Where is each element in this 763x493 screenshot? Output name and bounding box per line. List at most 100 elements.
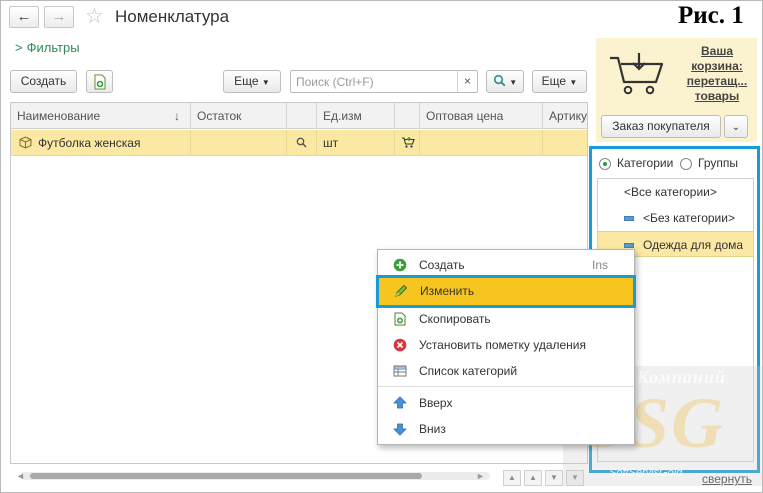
scroll-bottom-button[interactable]: ▼ bbox=[566, 470, 584, 486]
scroll-bottom-icon: ▼ bbox=[571, 473, 579, 482]
column-header-stock[interactable]: Остаток bbox=[191, 103, 287, 129]
menu-item-label: Изменить bbox=[420, 284, 475, 298]
menu-item-label: Вверх bbox=[419, 396, 453, 410]
table-row[interactable]: Футболка женская шт bbox=[11, 130, 587, 156]
menu-item-label: Список категорий bbox=[419, 364, 518, 378]
dropdown-caret-icon: ▼ bbox=[509, 78, 518, 87]
cell-unit-picker[interactable] bbox=[287, 130, 317, 156]
context-menu: Создать Ins Изменить Скопировать Установ… bbox=[376, 249, 636, 445]
page-title: Номенклатура bbox=[115, 7, 230, 26]
column-header-unit[interactable]: Ед.изм bbox=[317, 103, 395, 129]
figure-label: Рис. 1 bbox=[678, 2, 744, 29]
radio-categories-label: Категории bbox=[617, 156, 674, 170]
menu-item-create[interactable]: Создать Ins bbox=[378, 252, 634, 278]
menu-item-label: Скопировать bbox=[419, 312, 491, 326]
category-item-all[interactable]: <Все категории> bbox=[598, 179, 753, 205]
radio-categories[interactable] bbox=[599, 158, 611, 170]
order-dropdown-button[interactable]: ⌄ bbox=[724, 115, 748, 138]
chevron-right-icon: > bbox=[15, 40, 23, 55]
cell-name: Футболка женская bbox=[11, 130, 191, 156]
pencil-icon bbox=[395, 284, 408, 297]
arrow-right-icon: → bbox=[51, 8, 67, 25]
search-icon bbox=[493, 74, 506, 87]
table-header: Наименование ↓ Остаток Ед.изм Оптовая це… bbox=[11, 103, 587, 129]
menu-item-label: Установить пометку удаления bbox=[419, 338, 587, 352]
forward-button[interactable]: → bbox=[44, 6, 74, 28]
scroll-right-icon[interactable]: ► bbox=[476, 471, 485, 481]
scroll-down-icon: ▼ bbox=[550, 473, 558, 482]
sort-desc-icon: ↓ bbox=[174, 109, 180, 123]
collapse-link[interactable]: свернуть bbox=[702, 472, 752, 486]
search-input[interactable]: Поиск (Ctrl+F) × bbox=[290, 70, 478, 93]
shopping-cart-icon bbox=[610, 53, 664, 95]
cell-name-text: Футболка женская bbox=[38, 136, 141, 150]
column-header-spacer bbox=[287, 103, 317, 129]
magnifier-icon bbox=[296, 137, 307, 148]
cart-hint-line: Ваша bbox=[700, 44, 733, 58]
scroll-up-icon: ▲ bbox=[529, 473, 537, 482]
scroll-left-icon[interactable]: ◄ bbox=[16, 471, 25, 481]
menu-item-move-up[interactable]: Вверх bbox=[378, 390, 634, 416]
more-label-2: Еще bbox=[541, 74, 567, 88]
filters-label: Фильтры bbox=[26, 40, 80, 55]
cart-hint-link[interactable]: Ваша корзина: перетащ... товары bbox=[681, 44, 753, 104]
search-placeholder: Поиск (Ctrl+F) bbox=[296, 75, 374, 89]
dropdown-caret-icon: ▼ bbox=[569, 78, 578, 87]
radio-groups[interactable] bbox=[680, 158, 692, 170]
radio-groups-label: Группы bbox=[698, 156, 738, 170]
cart-hint-line: перетащ... bbox=[686, 74, 748, 88]
scroll-top-button[interactable]: ▲ bbox=[503, 470, 521, 486]
create-copy-button[interactable] bbox=[86, 70, 113, 93]
column-header-spacer-2 bbox=[395, 103, 420, 129]
scroll-down-button[interactable]: ▼ bbox=[545, 470, 563, 486]
category-icon bbox=[624, 216, 634, 222]
scroll-up-button[interactable]: ▲ bbox=[524, 470, 542, 486]
table-list-icon bbox=[393, 365, 407, 377]
menu-item-edit[interactable]: Изменить bbox=[376, 275, 636, 308]
back-button[interactable]: ← bbox=[9, 6, 39, 28]
category-icon bbox=[624, 243, 634, 249]
dropdown-caret-icon: ▼ bbox=[261, 78, 270, 87]
menu-item-shortcut: Ins bbox=[591, 258, 608, 272]
create-button[interactable]: Создать bbox=[10, 70, 77, 93]
cell-cart[interactable] bbox=[395, 130, 420, 156]
menu-item-label: Создать bbox=[419, 258, 465, 272]
chevron-down-icon: ⌄ bbox=[731, 122, 741, 133]
menu-item-category-list[interactable]: Список категорий bbox=[378, 358, 634, 384]
arrow-left-icon: ← bbox=[16, 8, 32, 25]
cell-unit: шт bbox=[317, 130, 395, 156]
scroll-top-icon: ▲ bbox=[508, 473, 516, 482]
add-document-icon bbox=[94, 74, 105, 90]
plus-circle-icon bbox=[393, 258, 407, 272]
search-options-button[interactable]: ▼ bbox=[486, 70, 524, 93]
customer-order-button[interactable]: Заказ покупателя bbox=[601, 115, 721, 138]
cell-article bbox=[543, 130, 587, 156]
delete-mark-icon bbox=[393, 338, 407, 352]
more-button-2[interactable]: Еще ▼ bbox=[532, 70, 587, 93]
menu-item-mark-delete[interactable]: Установить пометку удаления bbox=[378, 332, 634, 358]
cart-add-icon bbox=[402, 137, 415, 148]
product-box-icon bbox=[19, 136, 32, 149]
favorite-star-icon[interactable]: ☆ bbox=[85, 4, 104, 29]
filters-toggle[interactable]: > Фильтры bbox=[15, 40, 80, 55]
menu-separator bbox=[378, 386, 634, 387]
column-header-price[interactable]: Оптовая цена bbox=[420, 103, 543, 129]
cart-drop-zone[interactable]: Ваша корзина: перетащ... товары Заказ по… bbox=[596, 38, 757, 142]
more-label: Еще bbox=[234, 74, 259, 88]
category-label: Одежда для дома bbox=[643, 238, 744, 252]
horizontal-scrollbar-thumb[interactable] bbox=[30, 473, 422, 479]
column-header-article[interactable]: Артикул bbox=[543, 103, 587, 129]
menu-item-copy[interactable]: Скопировать bbox=[378, 306, 634, 332]
more-button[interactable]: Еще ▼ bbox=[223, 70, 281, 93]
category-item-none[interactable]: <Без категории> bbox=[598, 205, 753, 231]
cart-hint-line: товары bbox=[694, 89, 740, 103]
category-label: <Без категории> bbox=[643, 211, 735, 225]
menu-item-move-down[interactable]: Вниз bbox=[378, 416, 634, 442]
column-label: Наименование bbox=[17, 109, 101, 123]
arrow-down-icon bbox=[393, 423, 407, 436]
cell-price bbox=[420, 130, 543, 156]
cart-hint-line: корзина: bbox=[691, 59, 743, 73]
menu-item-label: Вниз bbox=[419, 422, 446, 436]
clear-search-icon[interactable]: × bbox=[457, 71, 477, 92]
column-header-name[interactable]: Наименование ↓ bbox=[11, 103, 191, 129]
